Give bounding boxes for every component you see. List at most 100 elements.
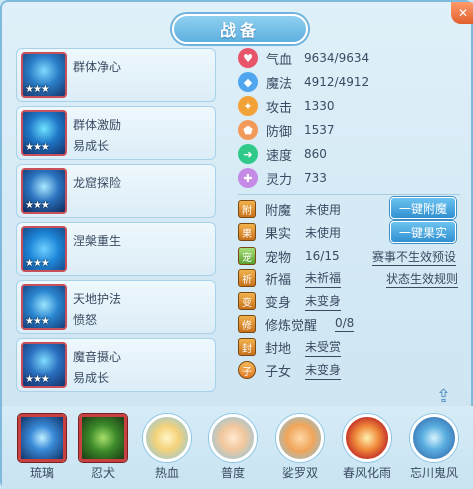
info-row-enchant: 附 附魔 未使用 xyxy=(238,198,341,220)
star-rating: ★★★ xyxy=(25,84,50,95)
stat-value: 9634/9634 xyxy=(304,51,370,65)
spirit-icon: ✚ xyxy=(238,168,258,188)
info-row-pet: 宠 宠物 16/15 xyxy=(238,245,340,267)
stat-label: 防御 xyxy=(266,124,293,140)
info-row-cultivation: 修 修炼觉醒 0/8 xyxy=(238,313,355,335)
info-row-fruit: 果 果实 未使用 xyxy=(238,221,341,243)
stat-value: 1537 xyxy=(304,123,335,137)
skill-sub: 愤怒 xyxy=(73,313,98,327)
stat-row-speed: ➜ 速度 860 xyxy=(238,142,327,166)
formation-item[interactable]: 普度 xyxy=(202,414,264,481)
skill-sub: 易成长 xyxy=(73,139,110,153)
info-label: 封地 xyxy=(265,341,292,357)
stat-label: 攻击 xyxy=(266,100,293,116)
star-rating: ★★★ xyxy=(25,200,50,211)
skill-guardian-icon: ★★★ xyxy=(21,284,67,330)
formation-bar: 琉璃 忍犬 热血 普度 娑罗双 春风化雨 忘川鬼风 xyxy=(2,406,473,489)
skill-dragon-cave-icon: ★★★ xyxy=(21,168,67,214)
info-value[interactable]: 未变身 xyxy=(305,361,342,380)
formation-item[interactable]: 春风化雨 xyxy=(336,414,398,481)
star-rating: ★★★ xyxy=(25,142,50,153)
stat-value: 860 xyxy=(304,147,327,161)
skill-item[interactable]: ★★★ 魔音摄心 易成长 xyxy=(16,338,216,392)
skill-sub: 易成长 xyxy=(73,371,110,385)
stat-row-mp: ◆ 魔法 4912/4912 xyxy=(238,70,369,94)
stat-value: 4912/4912 xyxy=(304,75,370,89)
one-click-fruit-button[interactable]: 一键果实 xyxy=(390,221,456,243)
info-row-blessing: 祈 祈福 未祈福 xyxy=(238,267,342,289)
skill-item[interactable]: ★★★ 涅槃重生 xyxy=(16,222,216,276)
info-label: 果实 xyxy=(265,226,292,242)
skill-name: 龙窟探险 xyxy=(73,176,122,190)
info-value[interactable]: 未变身 xyxy=(305,292,342,311)
stat-row-attack: ✦ 攻击 1330 xyxy=(238,94,335,118)
formation-label: 热血 xyxy=(154,466,179,480)
fruit-icon: 果 xyxy=(238,223,256,241)
formation-item[interactable]: 热血 xyxy=(136,414,198,481)
defense-icon: ⬟ xyxy=(238,120,258,140)
salvation-icon xyxy=(209,414,257,462)
info-value: 未使用 xyxy=(305,202,342,217)
stat-row-defense: ⬟ 防御 1537 xyxy=(238,118,335,142)
stat-row-spirit: ✚ 灵力 733 xyxy=(238,166,327,190)
glaze-icon xyxy=(18,414,66,462)
formation-label: 琉璃 xyxy=(29,466,54,480)
info-value[interactable]: 未受赏 xyxy=(305,338,342,357)
heart-icon: ♥ xyxy=(238,48,258,68)
skill-name: 群体净心 xyxy=(73,60,122,74)
info-label: 附魔 xyxy=(265,203,292,219)
close-button[interactable]: ✕ xyxy=(451,2,473,24)
skill-item[interactable]: ★★★ 群体激励 易成长 xyxy=(16,106,216,160)
skill-item[interactable]: ★★★ 群体净心 xyxy=(16,48,216,102)
skill-name: 群体激励 xyxy=(73,118,122,132)
event-preset-link[interactable]: 赛事不生效预设 xyxy=(372,248,457,266)
info-label: 变身 xyxy=(265,295,292,311)
formation-label: 春风化雨 xyxy=(342,466,391,480)
cultivation-icon: 修 xyxy=(238,315,256,333)
formation-item[interactable]: 娑罗双 xyxy=(269,414,331,481)
info-value: 16/15 xyxy=(305,249,340,263)
stat-row-hp: ♥ 气血 9634/9634 xyxy=(238,46,369,70)
formation-label: 普度 xyxy=(220,466,245,480)
page-title: 战备 xyxy=(219,21,260,40)
forget-river-icon xyxy=(410,414,458,462)
status-rules-link[interactable]: 状态生效规则 xyxy=(386,270,459,288)
formation-item[interactable]: 忘川鬼风 xyxy=(403,414,465,481)
stat-value: 1330 xyxy=(304,99,335,113)
info-value[interactable]: 未祈福 xyxy=(305,269,342,288)
skill-name: 天地护法 xyxy=(73,292,122,306)
divider xyxy=(238,194,460,195)
info-row-transform: 变 变身 未变身 xyxy=(238,290,342,312)
info-row-fief: 封 封地 未受赏 xyxy=(238,336,342,358)
stat-label: 灵力 xyxy=(266,172,293,188)
skill-item[interactable]: ★★★ 龙窟探险 xyxy=(16,164,216,218)
formation-item[interactable]: 琉璃 xyxy=(11,414,73,481)
fief-icon: 封 xyxy=(238,338,256,356)
info-value[interactable]: 0/8 xyxy=(335,316,355,332)
enchant-icon: 附 xyxy=(238,200,256,218)
info-label: 子女 xyxy=(265,364,292,380)
star-rating: ★★★ xyxy=(25,374,50,385)
skill-item[interactable]: ★★★ 天地护法 愤怒 xyxy=(16,280,216,334)
formation-label: 娑罗双 xyxy=(281,466,318,480)
stat-value: 733 xyxy=(304,171,327,185)
skill-rebirth-icon: ★★★ xyxy=(21,226,67,272)
formation-label: 忍犬 xyxy=(90,466,115,480)
mana-icon: ◆ xyxy=(238,72,258,92)
sala-twin-icon xyxy=(276,414,324,462)
stat-label: 魔法 xyxy=(266,76,293,92)
formation-item[interactable]: 忍犬 xyxy=(72,414,134,481)
share-icon[interactable]: ⇪ xyxy=(436,386,460,407)
one-click-enchant-button[interactable]: 一键附魔 xyxy=(390,197,456,219)
skill-list: ★★★ 群体净心 ★★★ 群体激励 易成长 ★★★ 龙窟探险 ★★★ 涅槃重生 xyxy=(16,48,216,396)
attack-icon: ✦ xyxy=(238,96,258,116)
info-label: 宠物 xyxy=(265,250,292,266)
info-label: 祈福 xyxy=(265,272,292,288)
ninja-dog-icon xyxy=(79,414,127,462)
skill-demon-sound-icon: ★★★ xyxy=(21,342,67,388)
skill-name: 涅槃重生 xyxy=(73,234,122,248)
speed-icon: ➜ xyxy=(238,144,258,164)
formation-label: 忘川鬼风 xyxy=(409,466,458,480)
transform-icon: 变 xyxy=(238,292,256,310)
info-value: 未使用 xyxy=(305,225,342,240)
